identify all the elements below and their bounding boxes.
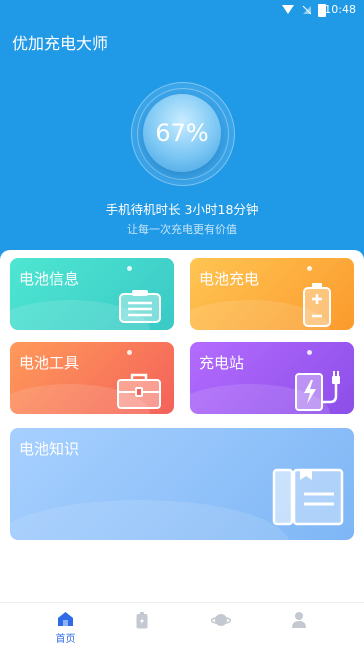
book-icon <box>272 468 344 526</box>
nav-profile[interactable] <box>253 603 344 649</box>
standby-time: 手机待机时长 3小时18分钟 <box>105 202 259 217</box>
bottom-nav: 首页 <box>0 602 364 649</box>
card-label: 电池工具 <box>19 354 80 372</box>
card-label: 电池信息 <box>19 270 80 288</box>
planet-icon <box>211 614 231 626</box>
card-label: 电池充电 <box>199 270 260 288</box>
wifi-icon <box>282 5 294 14</box>
clipboard-icon <box>119 290 161 323</box>
battery-nav-icon <box>136 612 148 629</box>
charging-station-card[interactable]: 充电站 <box>190 342 354 414</box>
card-dot <box>127 350 132 355</box>
battery-knowledge-card[interactable]: 电池知识 <box>10 428 354 540</box>
header: 10:48 优加充电大师 67% 手机待机时长 3小时18分钟 让每一次充电更有… <box>0 0 364 268</box>
slogan: 让每一次充电更有价值 <box>127 223 237 236</box>
card-label: 电池知识 <box>19 440 80 458</box>
app-title: 优加充电大师 <box>12 34 109 53</box>
card-dot <box>307 350 312 355</box>
battery-info-card[interactable]: 电池信息 <box>10 258 174 330</box>
card-dot <box>127 266 132 271</box>
status-bar: 10:48 <box>0 0 364 20</box>
battery-charge-card[interactable]: 电池充电 <box>190 258 354 330</box>
card-dot <box>307 266 312 271</box>
home-icon <box>58 612 73 626</box>
card-label: 充电站 <box>199 354 245 372</box>
user-icon <box>292 612 306 628</box>
charging-station-icon <box>295 371 340 411</box>
card-wave <box>10 500 290 540</box>
battery-percent: 67% <box>155 119 209 147</box>
toolbox-icon <box>117 373 161 409</box>
signal-icon <box>302 5 312 15</box>
status-time: 10:48 <box>324 3 356 16</box>
battery-icon <box>303 283 331 327</box>
battery-tools-card[interactable]: 电池工具 <box>10 342 174 414</box>
